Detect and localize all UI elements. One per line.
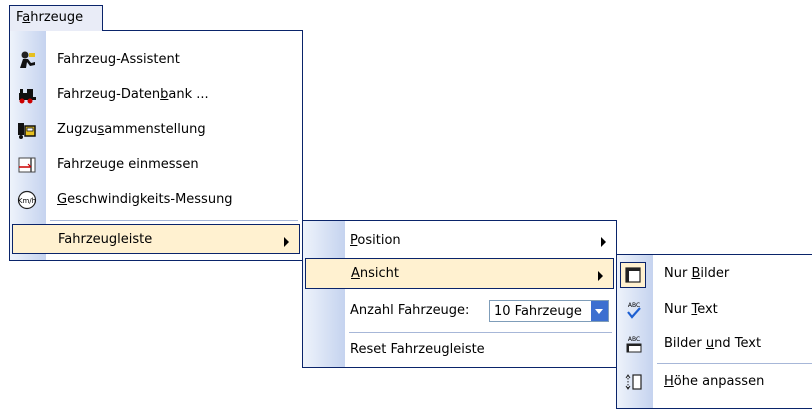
submenu-arrow-icon	[601, 237, 606, 247]
menu-item-geschwindigkeits-messung[interactable]: Km/h Geschwindigkeits-Messung	[10, 184, 302, 217]
menu-item-nur-bilder[interactable]: Nur Bilder	[617, 258, 812, 291]
resize-height-icon	[625, 374, 642, 390]
menu-item-label: Nur Text	[664, 302, 718, 317]
menu-item-label: Fahrzeug-Datenbank ...	[57, 87, 209, 102]
anzahl-fahrzeuge-combobox[interactable]: 10 Fahrzeuge	[489, 300, 609, 322]
menu-item-label: Position	[350, 233, 401, 248]
menu-item-bilder-und-text[interactable]: ABC Bilder und Text	[617, 328, 812, 361]
menu-item-label: Ansicht	[351, 266, 400, 281]
ansicht-submenu: Nur Bilder ABC Nur Text ABC Bilder und T…	[616, 254, 812, 409]
menu-item-label: Höhe anpassen	[664, 374, 765, 389]
menu-separator	[349, 332, 612, 333]
chevron-down-icon[interactable]	[591, 301, 608, 321]
svg-text:ABC: ABC	[628, 336, 640, 343]
train-composition-icon	[18, 123, 36, 139]
menu-item-label: Fahrzeugleiste	[58, 232, 153, 247]
kmh-icon: Km/h	[18, 190, 36, 210]
measure-icon	[18, 157, 36, 173]
nur-bilder-check-icon	[620, 262, 646, 288]
svg-text:Km/h: Km/h	[18, 197, 36, 205]
menu-item-anzahl-fahrzeuge: Anzahl Fahrzeuge: 10 Fahrzeuge	[303, 295, 616, 328]
menu-item-reset-fahrzeugleiste[interactable]: Reset Fahrzeugleiste	[303, 334, 616, 367]
svg-text:ABC: ABC	[628, 302, 640, 309]
menu-item-label: Reset Fahrzeugleiste	[350, 342, 485, 357]
fahrzeuge-menu: Fahrzeug-Assistent Fahrzeug-Datenbank ..…	[9, 30, 303, 261]
image-text-icon: ABC	[626, 336, 642, 353]
menubar-label: Fahrzeuge	[16, 10, 84, 25]
assistant-icon	[20, 51, 35, 68]
menu-item-label: Geschwindigkeits-Messung	[57, 192, 233, 207]
combobox-value: 10 Fahrzeuge	[494, 304, 582, 319]
menu-item-hoehe-anpassen[interactable]: Höhe anpassen	[617, 366, 812, 399]
submenu-arrow-icon	[284, 237, 289, 247]
menu-separator	[50, 220, 298, 221]
menu-item-fahrzeuge-einmessen[interactable]: Fahrzeuge einmessen	[10, 149, 302, 182]
submenu-arrow-icon	[598, 271, 603, 281]
menu-item-position[interactable]: Position	[303, 225, 616, 258]
menu-item-label: Fahrzeuge einmessen	[57, 157, 199, 172]
menu-item-label: Zugzusammenstellung	[57, 122, 206, 137]
menu-item-fahrzeugleiste[interactable]: Fahrzeugleiste	[12, 224, 300, 254]
menu-item-label: Bilder und Text	[664, 336, 762, 351]
menubar-fahrzeuge[interactable]: Fahrzeuge	[9, 5, 103, 31]
menu-item-fahrzeug-assistent[interactable]: Fahrzeug-Assistent	[10, 44, 302, 77]
anzahl-label: Anzahl Fahrzeuge:	[350, 303, 470, 318]
locomotive-icon	[19, 89, 36, 104]
menu-item-nur-text[interactable]: ABC Nur Text	[617, 294, 812, 327]
spellcheck-icon: ABC	[627, 302, 641, 319]
fahrzeugleiste-submenu: Position Ansicht Anzahl Fahrzeuge: 10 Fa…	[302, 220, 617, 368]
menu-item-fahrzeug-datenbank[interactable]: Fahrzeug-Datenbank ...	[10, 79, 302, 112]
menu-separator	[657, 363, 812, 364]
menu-item-label: Nur Bilder	[664, 266, 730, 281]
menu-item-label: Fahrzeug-Assistent	[57, 52, 180, 67]
menu-item-ansicht[interactable]: Ansicht	[305, 258, 614, 289]
menu-item-zugzusammenstellung[interactable]: Zugzusammenstellung	[10, 114, 302, 147]
